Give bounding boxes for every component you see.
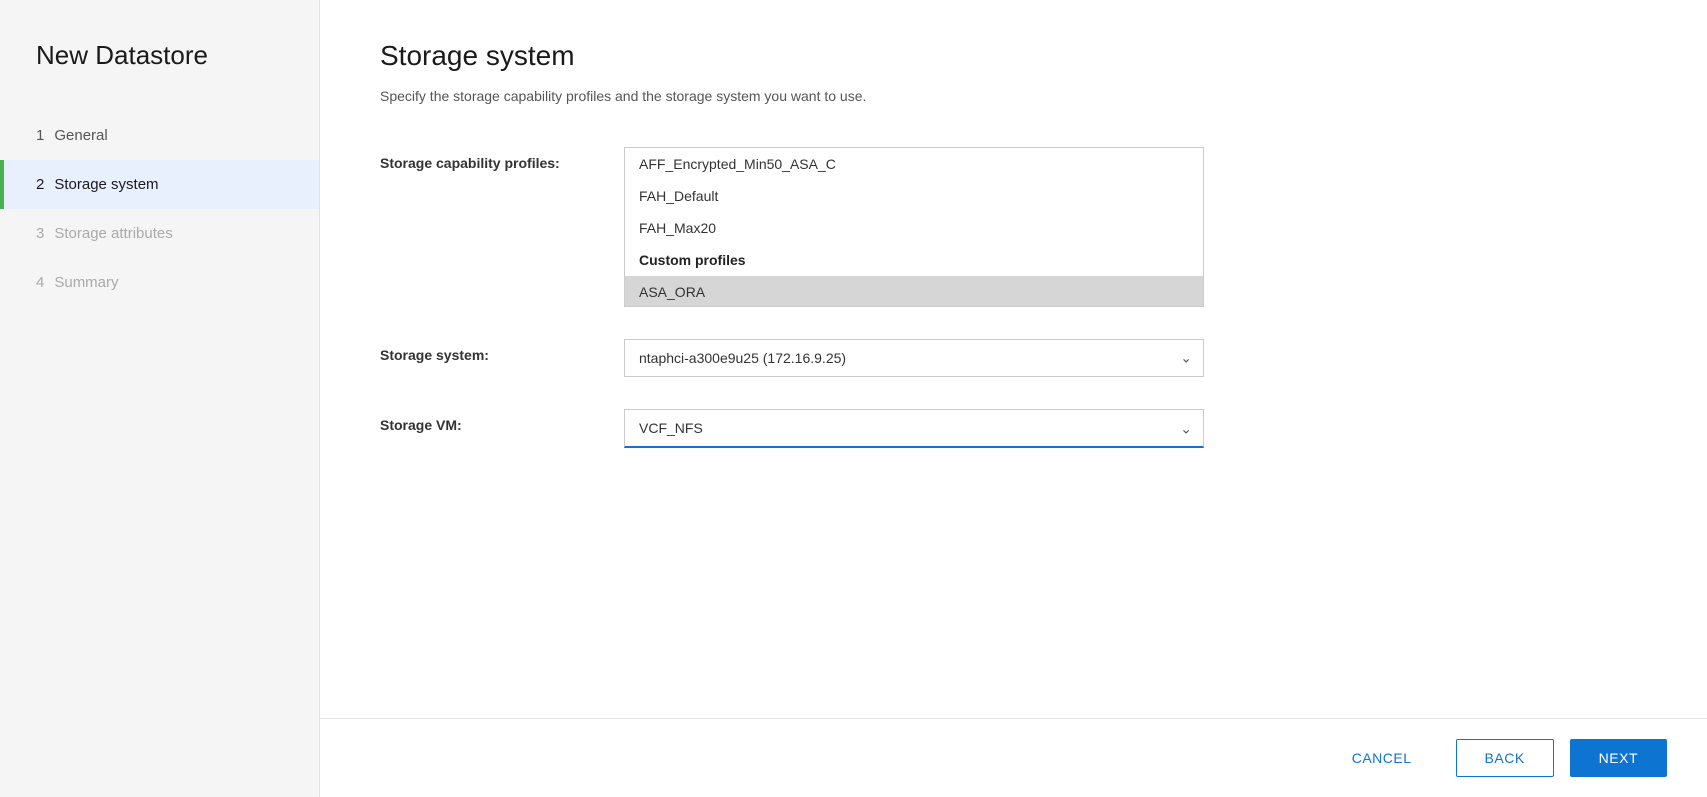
cancel-button[interactable]: CANCEL [1324, 740, 1440, 776]
storage-vm-select-wrapper: VCF_NFS ⌄ [624, 409, 1204, 448]
listbox-item-asa-ora[interactable]: ASA_ORA [625, 276, 1203, 307]
sidebar-step-label-storage-system: Storage system [54, 176, 158, 193]
storage-system-label: Storage system: [380, 339, 600, 363]
sidebar: New Datastore 1 General 2 Storage system… [0, 0, 320, 797]
form-section: Storage capability profiles: AFF_Encrypt… [380, 147, 1280, 448]
capability-profiles-listbox[interactable]: AFF_Encrypted_Min50_ASA_C FAH_Default FA… [624, 147, 1204, 307]
step-number-general: 1 [36, 127, 44, 144]
storage-system-control: ntaphci-a300e9u25 (172.16.9.25) ⌄ [624, 339, 1204, 377]
sidebar-step-label-summary: Summary [54, 274, 118, 291]
step-navigation: 1 General 2 Storage system 3 Storage att… [0, 111, 319, 307]
main-panel: Storage system Specify the storage capab… [320, 0, 1707, 797]
storage-vm-control: VCF_NFS ⌄ [624, 409, 1204, 448]
storage-vm-select[interactable]: VCF_NFS [624, 409, 1204, 448]
listbox-item-aff[interactable]: AFF_Encrypted_Min50_ASA_C [625, 148, 1203, 180]
capability-profiles-row: Storage capability profiles: AFF_Encrypt… [380, 147, 1280, 307]
step-number-summary: 4 [36, 274, 44, 291]
sidebar-step-label-general: General [54, 127, 107, 144]
sidebar-step-storage-system[interactable]: 2 Storage system [0, 160, 319, 209]
storage-system-select-wrapper: ntaphci-a300e9u25 (172.16.9.25) ⌄ [624, 339, 1204, 377]
next-button[interactable]: NEXT [1570, 739, 1667, 777]
listbox-item-fah-default[interactable]: FAH_Default [625, 180, 1203, 212]
step-number-storage-system: 2 [36, 176, 44, 193]
storage-vm-label: Storage VM: [380, 409, 600, 433]
sidebar-step-label-storage-attributes: Storage attributes [54, 225, 172, 242]
page-description: Specify the storage capability profiles … [380, 86, 1647, 107]
listbox-item-custom-profiles: Custom profiles [625, 244, 1203, 276]
back-button[interactable]: BACK [1456, 739, 1554, 777]
page-title: Storage system [380, 40, 1647, 72]
storage-system-select[interactable]: ntaphci-a300e9u25 (172.16.9.25) [624, 339, 1204, 377]
bottom-actions: CANCEL BACK NEXT [320, 718, 1707, 797]
capability-profiles-label: Storage capability profiles: [380, 147, 600, 171]
sidebar-step-summary[interactable]: 4 Summary [0, 258, 319, 307]
storage-system-row: Storage system: ntaphci-a300e9u25 (172.1… [380, 339, 1280, 377]
sidebar-step-storage-attributes[interactable]: 3 Storage attributes [0, 209, 319, 258]
capability-profiles-control: AFF_Encrypted_Min50_ASA_C FAH_Default FA… [624, 147, 1204, 307]
app-title: New Datastore [0, 40, 319, 111]
listbox-item-fah-max20[interactable]: FAH_Max20 [625, 212, 1203, 244]
storage-vm-row: Storage VM: VCF_NFS ⌄ [380, 409, 1280, 448]
step-number-storage-attributes: 3 [36, 225, 44, 242]
sidebar-step-general[interactable]: 1 General [0, 111, 319, 160]
